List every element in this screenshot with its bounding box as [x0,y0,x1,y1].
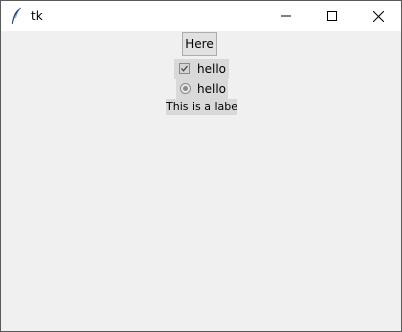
window-title: tk [31,9,43,23]
minimize-button[interactable] [263,1,309,31]
radio-selected-icon[interactable] [180,83,191,94]
static-label: This is a label [166,99,237,115]
app-window: tk Here hello hello This is a label [0,0,402,332]
hello-checkbutton[interactable]: hello [174,59,229,79]
maximize-icon [327,11,337,21]
minimize-icon [281,15,291,17]
close-icon [372,10,384,22]
checkbox-checked-icon[interactable] [179,63,190,74]
hello-radiobutton[interactable]: hello [176,79,228,99]
radiobutton-label: hello [197,82,226,96]
radio-dot [183,86,188,91]
window-content: Here hello hello This is a label [1,31,401,331]
close-button[interactable] [355,1,401,31]
feather-icon [10,7,22,25]
here-button[interactable]: Here [182,32,217,56]
title-bar[interactable]: tk [1,1,401,31]
checkbutton-label: hello [197,62,226,76]
maximize-button[interactable] [309,1,355,31]
